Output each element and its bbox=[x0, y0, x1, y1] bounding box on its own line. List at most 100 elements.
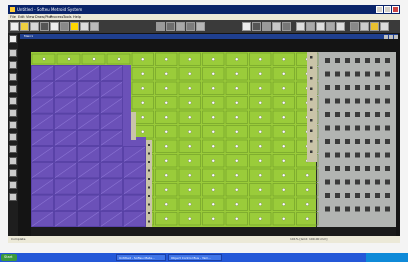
drawing-canvas[interactable] bbox=[31, 52, 396, 237]
undo-icon[interactable] bbox=[80, 22, 89, 31]
taskbar-item-label: Untitled - Softeu Meta... bbox=[119, 256, 155, 260]
part-hole bbox=[188, 159, 192, 163]
circle-tool-icon[interactable] bbox=[9, 73, 17, 81]
rect-tool-icon[interactable] bbox=[9, 61, 17, 69]
zoom-fit-icon[interactable] bbox=[262, 22, 271, 31]
zoom-out-icon[interactable] bbox=[252, 22, 261, 31]
array-icon[interactable] bbox=[316, 22, 325, 31]
part-hole bbox=[141, 72, 145, 76]
paste-icon[interactable] bbox=[60, 22, 69, 31]
delete-tool-icon[interactable] bbox=[9, 169, 17, 177]
frame-hole bbox=[385, 152, 390, 158]
plot-icon[interactable] bbox=[176, 22, 185, 31]
frame-hole bbox=[375, 85, 380, 90]
frame-hole bbox=[365, 71, 370, 77]
help-icon[interactable] bbox=[380, 22, 389, 31]
redo-icon[interactable] bbox=[90, 22, 99, 31]
mirror-icon[interactable] bbox=[306, 22, 315, 31]
doc-close-button[interactable] bbox=[394, 34, 398, 39]
frame-hole bbox=[375, 125, 380, 131]
offset-icon[interactable] bbox=[326, 22, 335, 31]
doc-minimize-button[interactable] bbox=[384, 34, 388, 39]
part-hole bbox=[235, 173, 239, 177]
print-icon[interactable] bbox=[350, 22, 359, 31]
move-tool-icon[interactable] bbox=[9, 145, 17, 153]
frame-hole bbox=[335, 179, 340, 185]
window-title: Untitled - Softeu Metroid System bbox=[17, 7, 83, 12]
save-icon[interactable] bbox=[30, 22, 39, 31]
copy-icon[interactable] bbox=[50, 22, 59, 31]
frame-hole bbox=[365, 206, 370, 212]
layer-icon[interactable] bbox=[166, 22, 175, 31]
maximize-button[interactable] bbox=[384, 6, 391, 13]
minimize-button[interactable] bbox=[376, 6, 383, 13]
status-right-text: 101% [Grid: 100.00 mm] bbox=[290, 237, 328, 241]
frame-hole bbox=[385, 112, 390, 117]
part-hole bbox=[211, 72, 215, 76]
part-hole bbox=[282, 202, 286, 206]
strip-hole bbox=[310, 77, 313, 80]
properties-icon[interactable] bbox=[196, 22, 205, 31]
new-icon[interactable] bbox=[10, 22, 19, 31]
part-hole bbox=[188, 57, 192, 61]
close-button[interactable] bbox=[392, 6, 399, 13]
part-hole bbox=[258, 144, 262, 148]
frame-hole bbox=[385, 85, 390, 90]
open-icon[interactable] bbox=[20, 22, 29, 31]
part-hole bbox=[188, 173, 192, 177]
polyline-tool-icon[interactable] bbox=[9, 97, 17, 105]
frame-hole bbox=[335, 166, 340, 171]
document-title: Main1 bbox=[24, 34, 34, 38]
part-hole bbox=[164, 202, 168, 206]
arc-tool-icon[interactable] bbox=[9, 85, 17, 93]
part-hole bbox=[282, 188, 286, 192]
taskbar-item-explorer[interactable]: Object Control Bus - Yam... bbox=[168, 254, 222, 261]
highlight-icon[interactable] bbox=[70, 22, 79, 31]
part-hole bbox=[164, 159, 168, 163]
pan-icon[interactable] bbox=[272, 22, 281, 31]
snap-tool-icon[interactable] bbox=[9, 193, 17, 201]
select-icon[interactable] bbox=[282, 22, 291, 31]
hatch-tool-icon[interactable] bbox=[9, 133, 17, 141]
strip-hole bbox=[148, 195, 150, 197]
arrow-tool-icon[interactable] bbox=[9, 35, 17, 43]
node-tool-icon[interactable] bbox=[9, 181, 17, 189]
frame-hole bbox=[355, 58, 360, 63]
part-hole bbox=[305, 217, 309, 221]
part-hole bbox=[117, 57, 121, 61]
zoom-in-icon[interactable] bbox=[242, 22, 251, 31]
measure-icon[interactable] bbox=[186, 22, 195, 31]
frame-hole bbox=[385, 193, 390, 198]
cut-icon[interactable] bbox=[40, 22, 49, 31]
trim-icon[interactable] bbox=[336, 22, 345, 31]
copy-tool-icon[interactable] bbox=[9, 157, 17, 165]
dimension-tool-icon[interactable] bbox=[9, 121, 17, 129]
frame-hole bbox=[345, 166, 350, 171]
frame-hole bbox=[365, 125, 370, 131]
doc-maximize-button[interactable] bbox=[389, 34, 393, 39]
frame-hole bbox=[385, 58, 390, 63]
part-hole bbox=[282, 144, 286, 148]
frame-hole bbox=[345, 58, 350, 63]
start-button[interactable]: Start bbox=[1, 254, 17, 261]
frame-hole bbox=[375, 139, 380, 144]
part-hole bbox=[211, 217, 215, 221]
toolbar bbox=[8, 20, 400, 33]
part-hole bbox=[141, 101, 145, 105]
export-icon[interactable] bbox=[370, 22, 379, 31]
system-tray bbox=[366, 253, 408, 262]
status-bar: Complete 101% [Grid: 100.00 mm] bbox=[8, 236, 400, 243]
text-tool-icon[interactable] bbox=[9, 109, 17, 117]
part-hole bbox=[258, 202, 262, 206]
rotate-icon[interactable] bbox=[296, 22, 305, 31]
frame-hole bbox=[335, 139, 340, 144]
strip-hole bbox=[310, 98, 313, 101]
part-hole bbox=[235, 57, 239, 61]
taskbar-item-app[interactable]: Untitled - Softeu Meta... bbox=[116, 254, 166, 261]
line-tool-icon[interactable] bbox=[9, 49, 17, 57]
part-hole bbox=[258, 217, 262, 221]
preview-icon[interactable] bbox=[360, 22, 369, 31]
frame-hole bbox=[355, 71, 360, 77]
grid-icon[interactable] bbox=[156, 22, 165, 31]
frame-hole bbox=[365, 139, 370, 144]
